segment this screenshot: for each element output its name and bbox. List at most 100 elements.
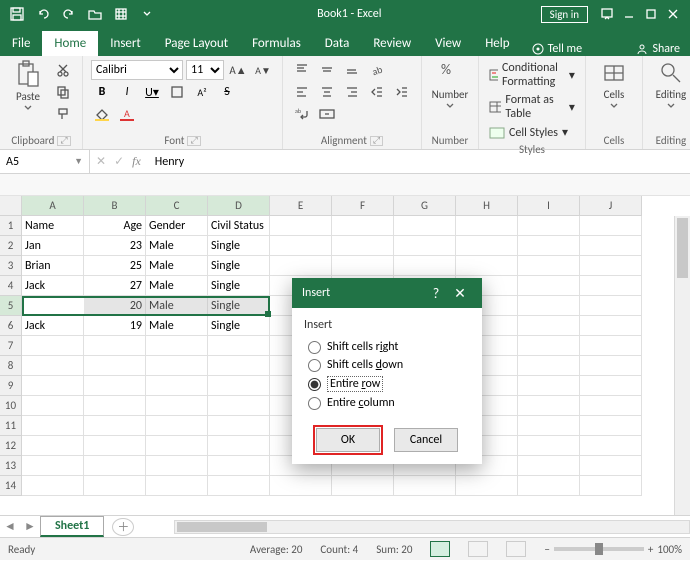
row-header[interactable]: 12 — [0, 436, 22, 456]
font-name-combo[interactable]: Calibri — [91, 60, 183, 80]
sign-in-button[interactable]: Sign in — [541, 6, 588, 23]
cell[interactable] — [22, 336, 84, 356]
clipboard-launcher-icon[interactable]: ⤢ — [57, 136, 70, 146]
tab-review[interactable]: Review — [361, 31, 423, 56]
radio-entire-row[interactable]: Entire row — [308, 374, 466, 394]
row-header[interactable]: 3 — [0, 256, 22, 276]
cell[interactable] — [580, 316, 642, 336]
cell[interactable]: 27 — [84, 276, 146, 296]
paste-button[interactable]: Paste — [8, 60, 48, 110]
cell[interactable] — [518, 456, 580, 476]
cell[interactable]: Henry — [22, 296, 84, 316]
cell[interactable]: Single — [208, 296, 270, 316]
cell[interactable] — [84, 396, 146, 416]
alignment-launcher-icon[interactable]: ⤢ — [370, 136, 383, 146]
cell[interactable] — [146, 476, 208, 496]
cell[interactable]: Single — [208, 276, 270, 296]
align-top-icon[interactable] — [291, 60, 313, 80]
redo-icon[interactable] — [58, 3, 80, 25]
conditional-formatting-button[interactable]: Conditional Formatting▾ — [487, 60, 577, 90]
zoom-out-icon[interactable]: − — [544, 543, 549, 556]
qat-customize-icon[interactable] — [136, 3, 158, 25]
sheet-nav-prev-icon[interactable]: ◄ — [0, 519, 20, 534]
cell[interactable]: Jack — [22, 316, 84, 336]
cell[interactable] — [394, 216, 456, 236]
wrap-text-icon[interactable]: ab — [291, 104, 313, 124]
tab-home[interactable]: Home — [42, 31, 98, 56]
cell-styles-button[interactable]: Cell Styles▾ — [487, 124, 577, 141]
row-header[interactable]: 14 — [0, 476, 22, 496]
cell[interactable]: Jack — [22, 276, 84, 296]
cell[interactable] — [580, 296, 642, 316]
cell[interactable]: 23 — [84, 236, 146, 256]
page-break-view-icon[interactable] — [506, 541, 526, 557]
row-header[interactable]: 7 — [0, 336, 22, 356]
page-layout-view-icon[interactable] — [468, 541, 488, 557]
cell[interactable] — [84, 356, 146, 376]
column-header[interactable]: E — [270, 196, 332, 216]
column-header[interactable]: A — [22, 196, 84, 216]
cell[interactable] — [580, 236, 642, 256]
align-right-icon[interactable] — [341, 82, 363, 102]
sheet-tab[interactable]: Sheet1 — [40, 516, 104, 537]
align-left-icon[interactable] — [291, 82, 313, 102]
bold-icon[interactable]: B — [91, 82, 113, 102]
cell[interactable] — [84, 436, 146, 456]
cell[interactable] — [146, 336, 208, 356]
strikethrough-icon[interactable]: S — [216, 82, 238, 102]
close-icon[interactable] — [662, 3, 684, 25]
cell[interactable]: Brian — [22, 256, 84, 276]
ribbon-options-icon[interactable] — [596, 3, 618, 25]
decrease-indent-icon[interactable] — [366, 82, 388, 102]
merge-center-icon[interactable] — [316, 104, 338, 124]
save-icon[interactable] — [6, 3, 28, 25]
font-superscript-icon[interactable]: A² — [191, 82, 213, 102]
cell[interactable] — [208, 336, 270, 356]
column-header[interactable]: H — [456, 196, 518, 216]
orientation-icon[interactable]: ab — [366, 60, 388, 80]
format-painter-icon[interactable] — [52, 104, 74, 124]
align-middle-icon[interactable] — [316, 60, 338, 80]
radio-entire-column[interactable]: Entire column — [308, 394, 466, 412]
cell[interactable] — [208, 396, 270, 416]
cancel-button[interactable]: Cancel — [394, 428, 458, 452]
new-icon[interactable] — [110, 3, 132, 25]
column-header[interactable]: C — [146, 196, 208, 216]
cell[interactable]: Jan — [22, 236, 84, 256]
cell[interactable] — [580, 356, 642, 376]
copy-icon[interactable] — [52, 82, 74, 102]
column-header[interactable]: I — [518, 196, 580, 216]
ok-button[interactable]: OK — [316, 428, 380, 452]
dialog-close-icon[interactable]: ✕ — [448, 285, 472, 302]
tab-insert[interactable]: Insert — [98, 31, 153, 56]
row-header[interactable]: 11 — [0, 416, 22, 436]
cell[interactable] — [146, 456, 208, 476]
row-header[interactable]: 4 — [0, 276, 22, 296]
cell[interactable] — [518, 376, 580, 396]
shrink-font-icon[interactable]: A▼ — [252, 60, 274, 80]
maximize-icon[interactable] — [640, 3, 662, 25]
font-size-combo[interactable]: 11 — [186, 60, 224, 80]
cell[interactable] — [456, 256, 518, 276]
increase-indent-icon[interactable] — [391, 82, 413, 102]
cell[interactable] — [580, 456, 642, 476]
formula-input[interactable] — [147, 155, 690, 169]
row-header[interactable]: 1 — [0, 216, 22, 236]
cell[interactable] — [146, 396, 208, 416]
cell[interactable] — [84, 416, 146, 436]
cell[interactable]: Male — [146, 276, 208, 296]
vertical-scrollbar[interactable] — [674, 216, 690, 515]
row-header[interactable]: 2 — [0, 236, 22, 256]
cell[interactable] — [208, 356, 270, 376]
cell[interactable] — [146, 416, 208, 436]
cell[interactable] — [22, 396, 84, 416]
italic-icon[interactable]: I — [116, 82, 138, 102]
enter-formula-icon[interactable]: ✓ — [114, 154, 124, 169]
cell[interactable] — [518, 476, 580, 496]
align-bottom-icon[interactable] — [341, 60, 363, 80]
cell[interactable] — [580, 256, 642, 276]
cell[interactable] — [332, 476, 394, 496]
cell[interactable]: Single — [208, 236, 270, 256]
row-header[interactable]: 8 — [0, 356, 22, 376]
normal-view-icon[interactable] — [430, 541, 450, 557]
